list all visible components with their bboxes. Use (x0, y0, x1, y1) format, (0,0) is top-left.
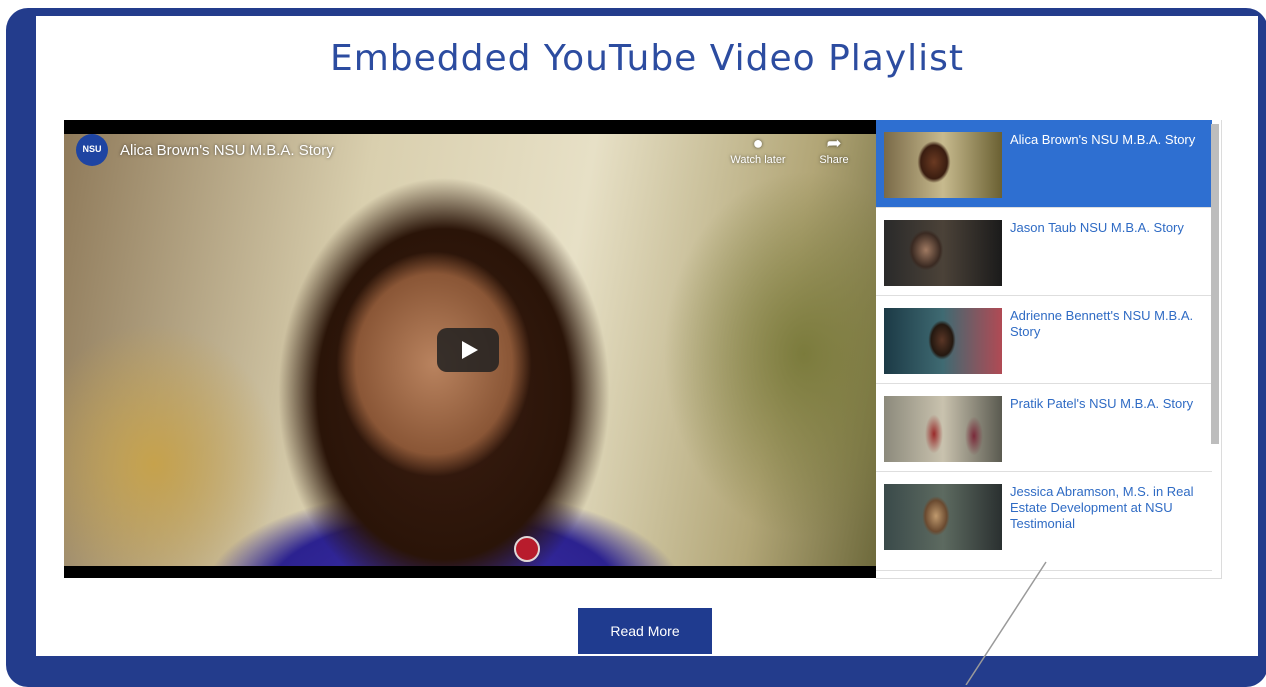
video-thumbnail[interactable] (884, 396, 1002, 462)
playlist-item[interactable]: Jessica Abramson, M.S. in Real Estate De… (876, 472, 1212, 571)
playlist-scrollbar[interactable] (1211, 124, 1219, 444)
page-frame: Embedded YouTube Video Playlist NSU Alic… (6, 8, 1266, 687)
playlist[interactable]: Alica Brown's NSU M.B.A. Story Jason Tau… (876, 120, 1222, 579)
watch-later-button[interactable]: ● Watch later (726, 132, 790, 166)
video-thumbnail[interactable] (884, 484, 1002, 550)
share-label: Share (819, 154, 849, 166)
watch-later-label: Watch later (730, 154, 786, 166)
playlist-item[interactable]: Alica Brown's NSU M.B.A. Story (876, 120, 1212, 208)
share-arrow-icon: ➦ (826, 133, 842, 153)
content-panel: Embedded YouTube Video Playlist NSU Alic… (36, 16, 1258, 656)
video-title[interactable]: Alica Brown's NSU M.B.A. Story (120, 142, 334, 159)
play-button[interactable] (437, 328, 499, 372)
clock-icon: ● (752, 133, 764, 153)
page-title: Embedded YouTube Video Playlist (329, 38, 965, 79)
playlist-item[interactable]: Adrienne Bennett's NSU M.B.A. Story (876, 296, 1212, 384)
read-more-button[interactable]: Read More (578, 608, 712, 654)
playlist-item[interactable]: Pratik Patel's NSU M.B.A. Story (876, 384, 1212, 472)
playlist-item-title[interactable]: Jason Taub NSU M.B.A. Story (1010, 220, 1206, 236)
video-thumbnail[interactable] (884, 220, 1002, 286)
playlist-item-title[interactable]: Alica Brown's NSU M.B.A. Story (1010, 132, 1206, 148)
video-player[interactable]: NSU Alica Brown's NSU M.B.A. Story ● Wat… (64, 120, 876, 578)
playlist-item-title[interactable]: Pratik Patel's NSU M.B.A. Story (1010, 396, 1206, 412)
video-thumbnail[interactable] (884, 132, 1002, 198)
playlist-item-title[interactable]: Jessica Abramson, M.S. in Real Estate De… (1010, 484, 1206, 532)
share-button[interactable]: ➦ Share (810, 132, 858, 166)
play-icon (462, 341, 478, 359)
playlist-item[interactable]: Jason Taub NSU M.B.A. Story (876, 208, 1212, 296)
video-thumbnail[interactable] (884, 308, 1002, 374)
channel-logo[interactable]: NSU (76, 134, 108, 166)
playlist-item-title[interactable]: Adrienne Bennett's NSU M.B.A. Story (1010, 308, 1206, 340)
pin-badge (514, 536, 540, 562)
